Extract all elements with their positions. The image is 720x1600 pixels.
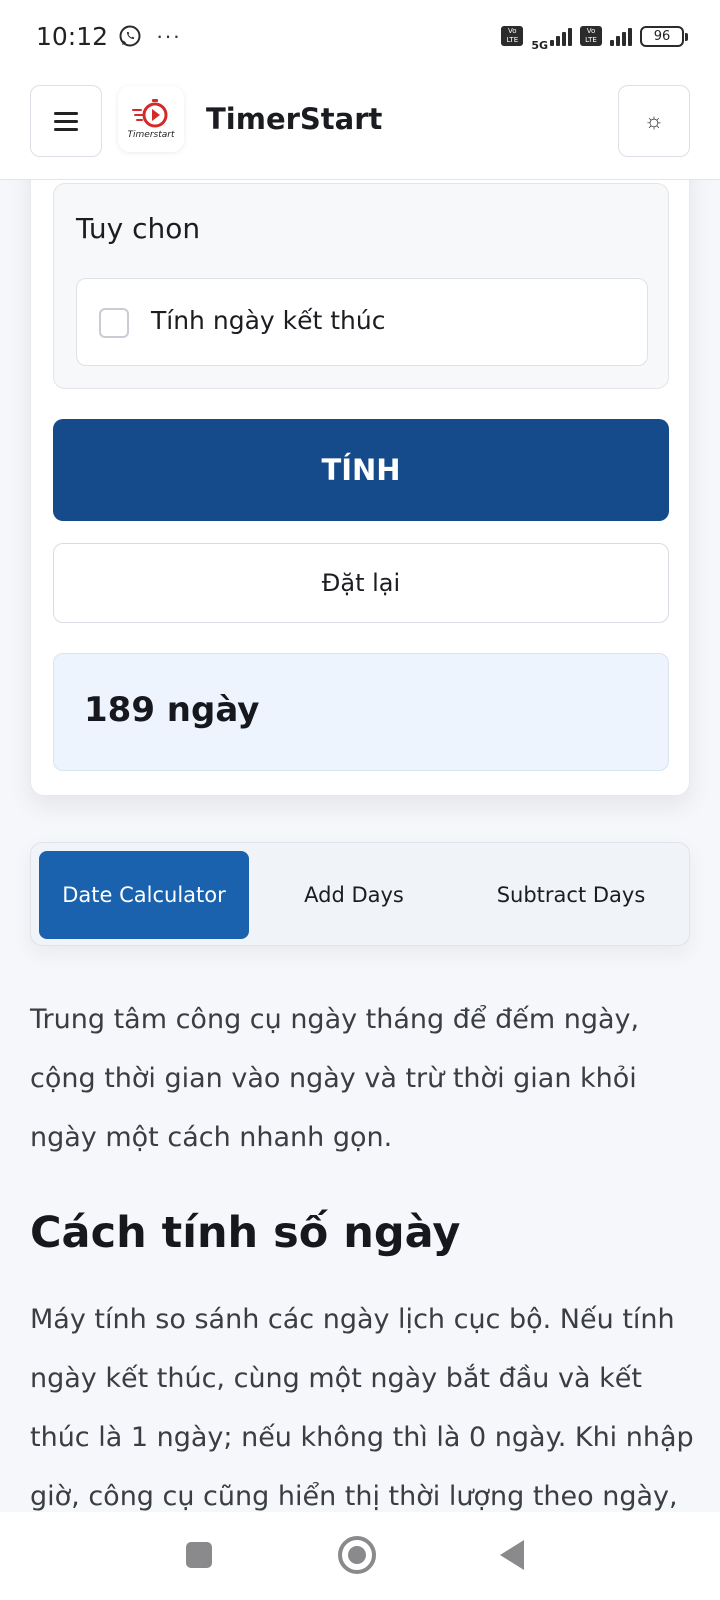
battery-icon: 96 — [640, 25, 688, 47]
hamburger-icon — [54, 111, 78, 131]
result-value: 189 ngày — [84, 690, 260, 730]
back-icon[interactable] — [500, 1540, 524, 1570]
intro-text: Trung tâm công cụ ngày tháng để đếm ngày… — [30, 1004, 640, 1153]
end-date-checkbox-label[interactable]: Tính ngày kết thúc — [151, 306, 385, 335]
home-icon[interactable] — [338, 1536, 376, 1574]
signal-strength-icon — [550, 26, 572, 46]
reset-button[interactable]: Đặt lại — [53, 543, 669, 623]
tab-date-calculator[interactable]: Date Calculator — [39, 851, 249, 939]
status-left: 10:12 ··· — [36, 22, 181, 51]
navigation-bar — [0, 1512, 720, 1600]
volte-icon-2: Vo LTE — [580, 26, 602, 46]
signal-strength-icon-2 — [610, 26, 632, 46]
brand-name[interactable]: TimerStart — [206, 102, 382, 136]
sun-icon: ☼ — [643, 108, 665, 133]
logo[interactable]: Timerstart — [118, 86, 184, 152]
calculator-card: Tuy chon Tính ngày kết thúc TÍNH Đặt lại… — [30, 150, 690, 796]
stopwatch-logo-icon — [132, 99, 168, 128]
result-box: 189 ngày — [53, 653, 669, 771]
status-right: Vo LTE 5G Vo LTE 96 — [501, 21, 688, 52]
app-header: Timerstart TimerStart ☼ — [0, 72, 720, 180]
end-date-option[interactable]: Tính ngày kết thúc — [76, 278, 648, 366]
menu-button[interactable] — [30, 85, 102, 157]
tab-subtract-days[interactable]: Subtract Days — [459, 851, 683, 939]
whatsapp-icon — [119, 25, 141, 47]
logo-text: Timerstart — [127, 130, 175, 140]
options-panel: Tuy chon Tính ngày kết thúc — [53, 183, 669, 389]
status-bar: 10:12 ··· Vo LTE 5G Vo LTE 96 — [0, 0, 720, 72]
theme-toggle-button[interactable]: ☼ — [618, 85, 690, 157]
network-type: 5G — [531, 38, 548, 52]
calculate-button[interactable]: TÍNH — [53, 419, 669, 521]
mode-tabs: Date Calculator Add Days Subtract Days — [30, 842, 690, 946]
section-heading: Cách tính số ngày — [30, 1208, 461, 1258]
end-date-checkbox[interactable] — [99, 308, 129, 338]
more-notifications-icon: ··· — [156, 23, 182, 48]
recents-icon[interactable] — [186, 1542, 212, 1568]
status-time: 10:12 — [36, 21, 109, 51]
options-title: Tuy chon — [76, 212, 201, 245]
tab-add-days[interactable]: Add Days — [249, 851, 459, 939]
volte-icon: Vo LTE — [501, 26, 524, 46]
